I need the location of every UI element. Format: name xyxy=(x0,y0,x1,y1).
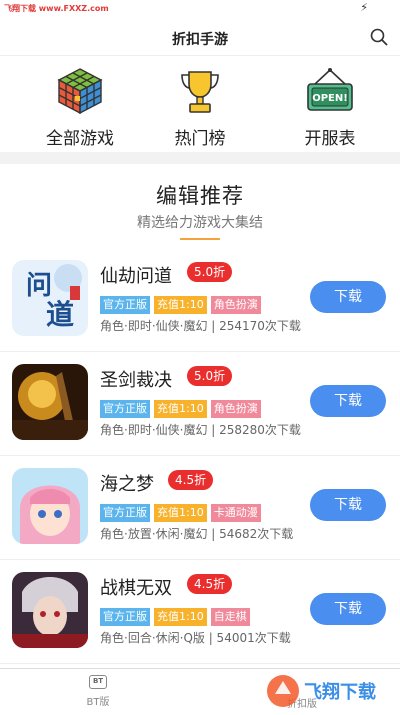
section-title: 编辑推荐 xyxy=(156,184,244,208)
tab-label: BT版 xyxy=(86,697,110,708)
tag-genre: 自走棋 xyxy=(210,608,250,626)
game-meta: 角色·即时·仙侠·魔幻 | 258280次下载 xyxy=(100,423,301,437)
tag-official: 官方正版 xyxy=(100,608,150,626)
download-button[interactable]: 下载 xyxy=(310,385,386,417)
tag-official: 官方正版 xyxy=(100,400,150,418)
game-list: 问 道 仙劫问道 5.0折 官方正版 充值1:10 角色扮演 角色·即时·仙侠·魔幻… xyxy=(0,248,400,664)
quick-link-all-games[interactable]: 全部游戏 xyxy=(25,66,135,149)
tag-group: 官方正版 充值1:10 角色扮演 xyxy=(100,397,265,418)
bt-icon: BT xyxy=(89,675,107,689)
tag-official: 官方正版 xyxy=(100,296,150,314)
quick-links: 全部游戏 热门榜 OPEN! 开服表 xyxy=(0,56,400,152)
list-item[interactable]: 问 道 仙劫问道 5.0折 官方正版 充值1:10 角色扮演 角色·即时·仙侠·魔幻… xyxy=(0,248,400,352)
game-meta: 角色·放置·休闲·魔幻 | 54682次下载 xyxy=(100,527,294,541)
tag-genre: 角色扮演 xyxy=(210,296,261,314)
svg-text:道: 道 xyxy=(46,298,74,331)
list-item[interactable]: 战棋无双 4.5折 官方正版 充值1:10 自走棋 角色·回合·休闲·Q版 | 54… xyxy=(0,560,400,664)
discount-badge: 5.0折 xyxy=(187,262,233,282)
quick-link-hot-list[interactable]: 热门榜 xyxy=(145,66,255,149)
tag-recharge: 充值1:10 xyxy=(154,296,207,314)
discount-badge: 4.5折 xyxy=(168,470,214,490)
game-meta: 角色·回合·休闲·Q版 | 54001次下载 xyxy=(100,631,291,645)
tab-bt[interactable]: BT BT版 xyxy=(58,675,138,708)
tag-recharge: 充值1:10 xyxy=(154,400,207,418)
tag-official: 官方正版 xyxy=(100,504,150,522)
quick-link-label: 热门榜 xyxy=(174,129,226,149)
tag-group: 官方正版 充值1:10 自走棋 xyxy=(100,605,254,626)
charging-icon: ⚡ xyxy=(360,1,368,14)
tag-group: 官方正版 充值1:10 卡通动漫 xyxy=(100,501,265,522)
game-icon: 问 道 xyxy=(12,260,88,336)
game-name: 圣剑裁决 xyxy=(100,370,172,391)
search-icon[interactable] xyxy=(370,28,388,46)
tag-genre: 角色扮演 xyxy=(210,400,261,418)
cube-icon xyxy=(57,68,103,115)
game-icon xyxy=(12,572,88,648)
svg-text:OPEN!: OPEN! xyxy=(312,93,348,104)
game-name: 仙劫问道 xyxy=(100,266,172,287)
quick-link-label: 全部游戏 xyxy=(46,129,114,149)
watermark-logo: 飞翔下载 xyxy=(267,675,376,707)
download-button[interactable]: 下载 xyxy=(310,593,386,625)
discount-badge: 4.5折 xyxy=(187,574,233,594)
download-button[interactable]: 下载 xyxy=(310,281,386,313)
game-meta: 角色·即时·仙侠·魔幻 | 254170次下载 xyxy=(100,319,301,333)
watermark-text: 飞翔下载 xyxy=(304,681,376,703)
list-item[interactable]: 圣剑裁决 5.0折 官方正版 充值1:10 角色扮演 角色·即时·仙侠·魔幻 | 2… xyxy=(0,352,400,456)
tag-group: 官方正版 充值1:10 角色扮演 xyxy=(100,293,265,314)
watermark-text: 飞翔下载 www.FXXZ.com xyxy=(4,4,109,13)
game-name: 海之梦 xyxy=(100,474,154,495)
game-icon xyxy=(12,468,88,544)
svg-text:问: 问 xyxy=(26,271,52,301)
quick-link-label: 开服表 xyxy=(304,129,356,149)
tag-recharge: 充值1:10 xyxy=(154,504,207,522)
tag-recharge: 充值1:10 xyxy=(154,608,207,626)
trophy-icon xyxy=(181,71,219,113)
game-name: 战棋无双 xyxy=(100,578,172,599)
section-divider xyxy=(0,152,400,164)
list-item[interactable]: 海之梦 4.5折 官方正版 充值1:10 卡通动漫 角色·放置·休闲·魔幻 | 54… xyxy=(0,456,400,560)
game-icon xyxy=(12,364,88,440)
section-underline xyxy=(180,238,220,240)
discount-badge: 5.0折 xyxy=(187,366,233,386)
tag-genre: 卡通动漫 xyxy=(210,504,261,522)
page-title: 折扣手游 xyxy=(172,32,228,48)
status-bar: 飞翔下载 www.FXXZ.com ⚡ xyxy=(0,0,400,18)
quick-link-server-list[interactable]: OPEN! 开服表 xyxy=(275,66,385,149)
section-header: 编辑推荐 精选给力游戏大集结 xyxy=(0,164,400,248)
nav-bar: 折扣手游 xyxy=(0,18,400,56)
download-button[interactable]: 下载 xyxy=(310,489,386,521)
section-subtitle: 精选给力游戏大集结 xyxy=(137,215,263,231)
open-sign-icon: OPEN! xyxy=(307,68,353,111)
